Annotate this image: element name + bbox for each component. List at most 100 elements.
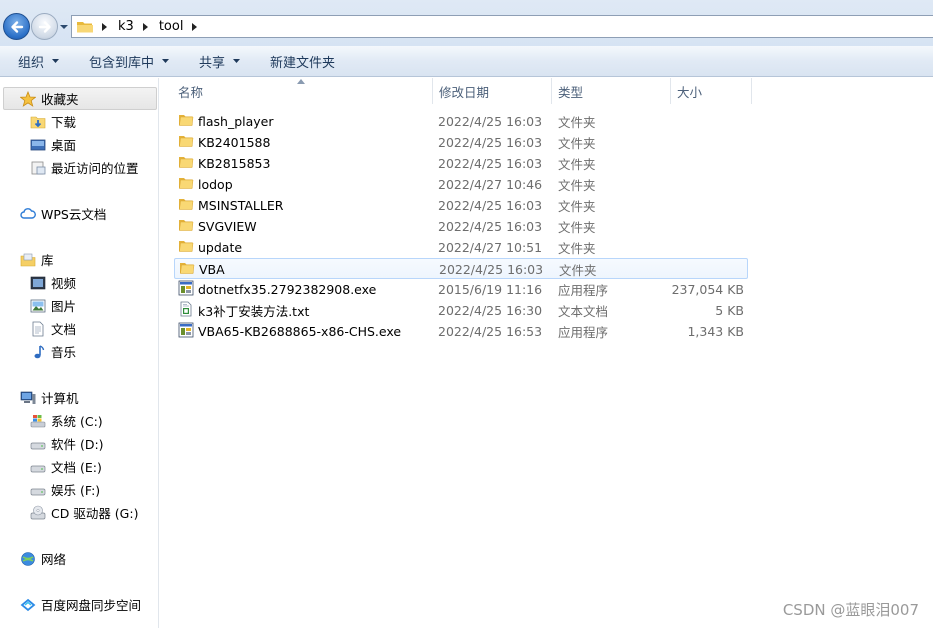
file-name-cell[interactable]: KB2401588 bbox=[178, 132, 270, 153]
nav-videos-label: 视频 bbox=[51, 276, 77, 291]
column-separator[interactable] bbox=[751, 78, 752, 104]
file-name: update bbox=[198, 240, 243, 255]
address-bar-area: k3 tool bbox=[0, 0, 933, 46]
column-date-label: 修改日期 bbox=[439, 84, 490, 100]
nav-drive-g[interactable]: CD 驱动器 (G:) bbox=[30, 501, 138, 524]
nav-favorites-label: 收藏夹 bbox=[41, 92, 79, 107]
file-name-cell[interactable]: SVGVIEW bbox=[178, 216, 257, 237]
file-name-cell[interactable]: VBA bbox=[179, 259, 225, 280]
nav-baidu-label: 百度网盘同步空间 bbox=[41, 598, 142, 613]
nav-baidu-sync[interactable]: 百度网盘同步空间 bbox=[20, 593, 141, 616]
back-button[interactable] bbox=[3, 13, 30, 40]
library-icon bbox=[20, 253, 36, 266]
recent-pages-dropdown[interactable] bbox=[59, 22, 69, 32]
file-name-cell[interactable]: VBA65-KB2688865-x86-CHS.exe bbox=[178, 321, 401, 342]
file-name: lodop bbox=[198, 177, 233, 192]
file-type: 文件夹 bbox=[558, 199, 596, 214]
file-row[interactable]: update 2022/4/27 10:51 文件夹 bbox=[174, 237, 748, 258]
file-list: 名称 修改日期 类型 大小 flash_player 2022/4/25 16:0… bbox=[160, 78, 933, 628]
document-icon bbox=[32, 321, 44, 336]
file-row[interactable]: VBA65-KB2688865-x86-CHS.exe 2022/4/25 16:… bbox=[174, 321, 748, 342]
folder-icon bbox=[77, 21, 93, 32]
nav-downloads[interactable]: 下载 bbox=[30, 110, 76, 133]
share-button[interactable]: 共享 bbox=[199, 46, 241, 77]
nav-libraries-label: 库 bbox=[41, 253, 54, 268]
share-label: 共享 bbox=[199, 55, 226, 71]
file-name-cell[interactable]: k3补丁安装方法.txt bbox=[178, 300, 309, 321]
nav-drive-d[interactable]: 软件 (D:) bbox=[30, 432, 104, 455]
nav-drive-c[interactable]: 系统 (C:) bbox=[30, 409, 103, 432]
nav-documents[interactable]: 文档 bbox=[30, 317, 76, 340]
nav-videos[interactable]: 视频 bbox=[30, 271, 76, 294]
column-header-date[interactable]: 修改日期 bbox=[433, 78, 551, 104]
nav-drive-e[interactable]: 文档 (E:) bbox=[30, 455, 102, 478]
column-name-label: 名称 bbox=[178, 84, 204, 100]
column-header-type[interactable]: 类型 bbox=[552, 78, 670, 104]
nav-computer[interactable]: 计算机 bbox=[20, 386, 79, 409]
file-row[interactable]: MSINSTALLER 2022/4/25 16:03 文件夹 bbox=[174, 195, 748, 216]
nav-wps-label: WPS云文档 bbox=[41, 207, 107, 222]
folder-icon bbox=[179, 260, 199, 279]
file-row[interactable]: dotnetfx35.2792382908.exe 2015/6/19 11:16… bbox=[174, 279, 748, 300]
folder-icon bbox=[178, 175, 198, 194]
include-in-library-button[interactable]: 包含到库中 bbox=[89, 46, 170, 77]
file-date: 2022/4/25 16:53 bbox=[438, 324, 543, 339]
file-row[interactable]: lodop 2022/4/27 10:46 文件夹 bbox=[174, 174, 748, 195]
file-row[interactable]: flash_player 2022/4/25 16:03 文件夹 bbox=[174, 111, 748, 132]
nav-music[interactable]: 音乐 bbox=[30, 340, 76, 363]
breadcrumb-tool[interactable]: tool bbox=[159, 19, 184, 34]
file-date: 2022/4/27 10:46 bbox=[438, 177, 543, 192]
column-type-label: 类型 bbox=[558, 84, 584, 100]
file-date: 2022/4/25 16:03 bbox=[438, 135, 543, 150]
file-name-cell[interactable]: MSINSTALLER bbox=[178, 195, 283, 216]
column-header-size[interactable]: 大小 bbox=[671, 78, 751, 104]
file-name-cell[interactable]: KB2815853 bbox=[178, 153, 270, 174]
file-name: k3补丁安装方法.txt bbox=[198, 304, 310, 319]
file-name-cell[interactable]: dotnetfx35.2792382908.exe bbox=[178, 279, 376, 300]
address-box[interactable]: k3 tool bbox=[71, 15, 933, 38]
hard-drive-icon bbox=[30, 465, 46, 472]
file-name-cell[interactable]: lodop bbox=[178, 174, 233, 195]
file-name-cell[interactable]: flash_player bbox=[178, 111, 274, 132]
nav-desktop[interactable]: 桌面 bbox=[30, 133, 76, 156]
nav-favorites[interactable]: 收藏夹 bbox=[3, 87, 157, 110]
baidu-netdisk-icon bbox=[20, 598, 36, 611]
folder-icon bbox=[178, 154, 198, 173]
chevron-right-icon[interactable] bbox=[142, 22, 149, 31]
nav-pictures[interactable]: 图片 bbox=[30, 294, 76, 317]
chevron-down-icon bbox=[52, 59, 60, 63]
file-name-cell[interactable]: update bbox=[178, 237, 242, 258]
file-row[interactable]: KB2401588 2022/4/25 16:03 文件夹 bbox=[174, 132, 748, 153]
file-row[interactable]: SVGVIEW 2022/4/25 16:03 文件夹 bbox=[174, 216, 748, 237]
file-name: flash_player bbox=[198, 114, 274, 129]
file-name: SVGVIEW bbox=[198, 219, 257, 234]
file-size: 1,343 KB bbox=[687, 324, 744, 339]
nav-libraries[interactable]: 库 bbox=[20, 248, 54, 271]
new-folder-button[interactable]: 新建文件夹 bbox=[270, 46, 335, 77]
file-row[interactable]: VBA 2022/4/25 16:03 文件夹 bbox=[174, 258, 748, 279]
file-type: 文本文档 bbox=[558, 304, 609, 319]
chevron-down-icon bbox=[162, 59, 170, 63]
chevron-right-icon[interactable] bbox=[102, 22, 108, 31]
nav-wps-cloud[interactable]: WPS云文档 bbox=[20, 202, 106, 225]
breadcrumb-k3[interactable]: k3 bbox=[118, 19, 134, 34]
navigation-pane: 收藏夹 下载 桌面 最近访问的位置 WPS云文档 库 视频 图片 文档 音乐 计… bbox=[0, 78, 159, 628]
video-icon bbox=[30, 276, 46, 289]
file-row[interactable]: k3补丁安装方法.txt 2022/4/25 16:30 文本文档 5 KB bbox=[174, 300, 748, 321]
file-row[interactable]: KB2815853 2022/4/25 16:03 文件夹 bbox=[174, 153, 748, 174]
file-name: MSINSTALLER bbox=[198, 198, 284, 213]
desktop-icon bbox=[30, 139, 46, 150]
computer-icon bbox=[20, 391, 36, 404]
column-header-name[interactable]: 名称 bbox=[172, 78, 432, 104]
forward-button[interactable] bbox=[31, 13, 58, 40]
file-date: 2015/6/19 11:16 bbox=[438, 282, 543, 297]
nav-drive-d-label: 软件 (D:) bbox=[51, 437, 104, 452]
organize-button[interactable]: 组织 bbox=[18, 46, 60, 77]
nav-drive-f[interactable]: 娱乐 (F:) bbox=[30, 478, 100, 501]
folder-icon bbox=[178, 112, 198, 131]
file-type: 应用程序 bbox=[558, 283, 609, 298]
nav-network[interactable]: 网络 bbox=[20, 547, 66, 570]
network-icon bbox=[21, 551, 35, 566]
chevron-right-icon[interactable] bbox=[192, 22, 198, 31]
nav-recent-places[interactable]: 最近访问的位置 bbox=[30, 156, 139, 179]
